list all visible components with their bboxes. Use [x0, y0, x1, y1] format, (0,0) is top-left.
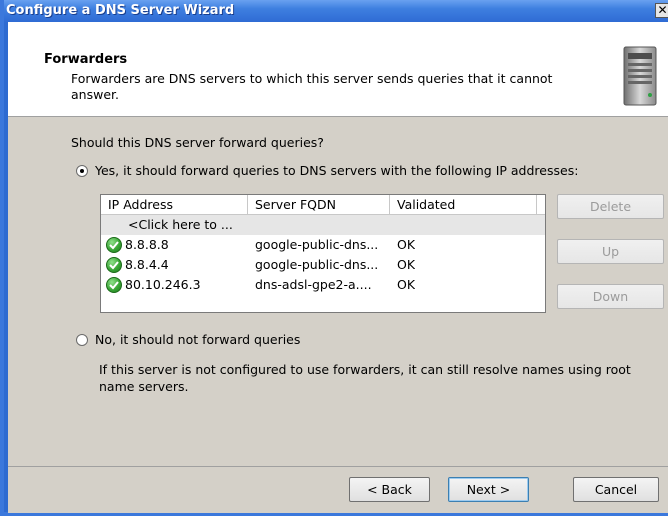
table-row[interactable]: 80.10.246.3 dns-adsl-gpe2-a.... OK	[101, 275, 545, 295]
radio-forward-no-label[interactable]: No, it should not forward queries	[95, 332, 300, 347]
add-entry-row[interactable]: <Click here to ...	[101, 215, 545, 235]
check-circle-icon	[106, 237, 122, 253]
window-title: Configure a DNS Server Wizard	[6, 3, 235, 18]
validated-cell: OK	[397, 257, 416, 272]
close-icon: ✕	[657, 3, 668, 17]
ip-address-cell: 8.8.8.8	[125, 237, 169, 252]
title-bar[interactable]: Configure a DNS Server Wizard ✕	[4, 0, 668, 22]
column-validated[interactable]: Validated	[390, 195, 537, 214]
delete-button[interactable]: Delete	[557, 194, 664, 219]
page-title: Forwarders	[44, 52, 128, 67]
up-button[interactable]: Up	[557, 239, 664, 264]
forwarders-list[interactable]: IP Address Server FQDN Validated <Click …	[100, 194, 546, 313]
forward-question: Should this DNS server forward queries?	[71, 135, 324, 150]
back-button[interactable]: < Back	[349, 477, 430, 502]
server-fqdn-cell: dns-adsl-gpe2-a....	[255, 277, 372, 292]
forwarders-note: If this server is not configured to use …	[99, 362, 631, 394]
radio-forward-no[interactable]	[76, 334, 88, 346]
table-row[interactable]: 8.8.8.8 google-public-dns... OK	[101, 235, 545, 255]
next-button[interactable]: Next >	[448, 477, 529, 502]
add-entry-placeholder[interactable]: <Click here to ...	[128, 215, 233, 235]
ip-address-cell: 80.10.246.3	[125, 277, 201, 292]
ip-address-cell: 8.8.4.4	[125, 257, 169, 272]
validated-cell: OK	[397, 277, 416, 292]
wizard-window: Configure a DNS Server Wizard ✕ Forwarde…	[0, 0, 668, 516]
check-circle-icon	[106, 257, 122, 273]
check-circle-icon	[106, 277, 122, 293]
down-button[interactable]: Down	[557, 284, 664, 309]
page-description: Forwarders are DNS servers to which this…	[71, 71, 553, 102]
column-server-fqdn[interactable]: Server FQDN	[248, 195, 390, 214]
wizard-footer: < Back Next > Cancel	[8, 466, 668, 513]
wizard-header: Forwarders Forwarders are DNS servers to…	[8, 22, 668, 117]
validated-cell: OK	[397, 237, 416, 252]
radio-forward-yes-label[interactable]: Yes, it should forward queries to DNS se…	[95, 163, 578, 178]
table-row[interactable]: 8.8.4.4 google-public-dns... OK	[101, 255, 545, 275]
column-ip-address[interactable]: IP Address	[101, 195, 248, 214]
server-fqdn-cell: google-public-dns...	[255, 257, 379, 272]
cancel-button[interactable]: Cancel	[573, 477, 659, 502]
list-header: IP Address Server FQDN Validated	[101, 195, 545, 215]
close-button[interactable]: ✕	[655, 3, 668, 18]
server-fqdn-cell: google-public-dns...	[255, 237, 379, 252]
radio-forward-yes[interactable]	[76, 165, 88, 177]
wizard-body: Should this DNS server forward queries? …	[8, 117, 668, 466]
server-icon	[623, 46, 657, 106]
